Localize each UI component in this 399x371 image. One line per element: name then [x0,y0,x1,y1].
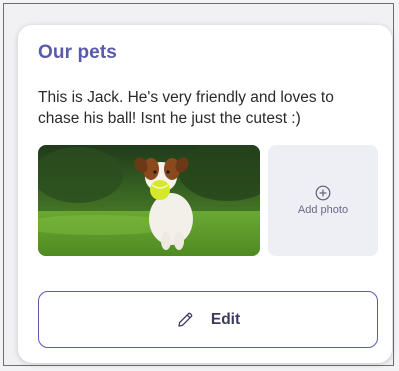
edit-button[interactable]: Edit [38,291,378,348]
dog-photo-image [38,145,260,256]
card-title: Our pets [38,42,117,63]
plus-circle-icon [315,185,331,201]
add-photo-button[interactable]: Add photo [268,145,378,256]
edit-button-label: Edit [210,310,241,328]
add-photo-label: Add photo [297,204,349,216]
pets-card: Our pets This is Jack. He's very friendl… [18,25,392,363]
pet-photo[interactable] [38,145,260,256]
pet-description: This is Jack. He's very friendly and lov… [38,89,334,127]
pencil-icon [178,312,193,327]
window-frame: Our pets This is Jack. He's very friendl… [3,3,394,366]
